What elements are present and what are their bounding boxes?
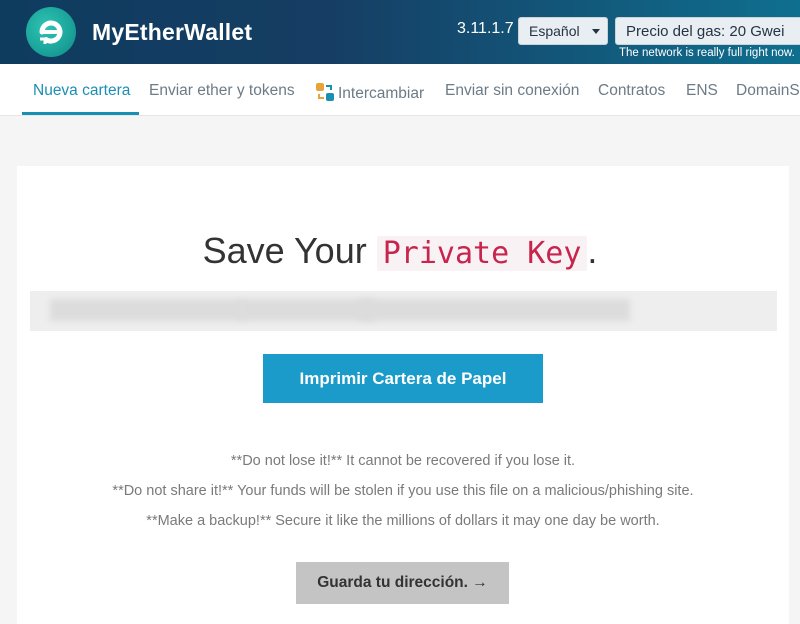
tab-ens[interactable]: ENS bbox=[686, 82, 718, 100]
print-paper-wallet-button[interactable]: Imprimir Cartera de Papel bbox=[263, 354, 543, 403]
main-nav: Nueva cartera Enviar ether y tokens Inte… bbox=[0, 64, 800, 116]
gas-price-select[interactable]: Precio del gas: 20 Gwei bbox=[615, 17, 800, 45]
warning-do-not-lose: **Do not lose it!** It cannot be recover… bbox=[230, 453, 576, 469]
redacted-key-segment bbox=[360, 299, 630, 321]
page-title: Save Your Private Key. bbox=[0, 230, 800, 272]
redacted-key-segment bbox=[240, 299, 375, 321]
gas-network-note: The network is really full right now. bbox=[619, 47, 795, 59]
language-label: Español bbox=[529, 23, 580, 39]
app-header: MyEtherWallet 3.11.1.7 Español Precio de… bbox=[0, 0, 800, 64]
title-prefix: Save Your bbox=[202, 230, 367, 271]
redacted-key-segment bbox=[50, 299, 245, 321]
myetherwallet-logo-icon bbox=[26, 7, 76, 57]
tab-swap[interactable]: Intercambiar bbox=[315, 82, 424, 103]
gas-price-label: Precio del gas: 20 Gwei bbox=[626, 22, 785, 40]
tab-domainsale[interactable]: DomainSale bbox=[736, 82, 800, 100]
private-key-field[interactable] bbox=[30, 291, 777, 331]
brand[interactable]: MyEtherWallet bbox=[26, 7, 252, 57]
app-title: MyEtherWallet bbox=[92, 18, 253, 45]
tab-new-wallet[interactable]: Nueva cartera bbox=[33, 82, 130, 100]
language-select[interactable]: Español bbox=[518, 17, 608, 45]
title-suffix: . bbox=[587, 230, 598, 271]
warning-make-backup: **Make a backup!** Secure it like the mi… bbox=[146, 513, 660, 529]
title-private-key: Private Key bbox=[376, 236, 588, 271]
swap-icon bbox=[316, 83, 334, 101]
version-label: 3.11.1.7 bbox=[457, 20, 514, 37]
active-tab-indicator bbox=[22, 112, 139, 115]
tab-swap-label: Intercambiar bbox=[338, 85, 425, 102]
tab-contracts[interactable]: Contratos bbox=[598, 82, 665, 100]
warning-do-not-share: **Do not share it!** Your funds will be … bbox=[112, 483, 694, 499]
tab-send-ether-tokens[interactable]: Enviar ether y tokens bbox=[149, 82, 295, 100]
chevron-down-icon bbox=[591, 28, 600, 34]
save-address-button[interactable]: Guarda tu dirección. → bbox=[296, 562, 509, 604]
tab-send-offline[interactable]: Enviar sin conexión bbox=[445, 82, 579, 100]
